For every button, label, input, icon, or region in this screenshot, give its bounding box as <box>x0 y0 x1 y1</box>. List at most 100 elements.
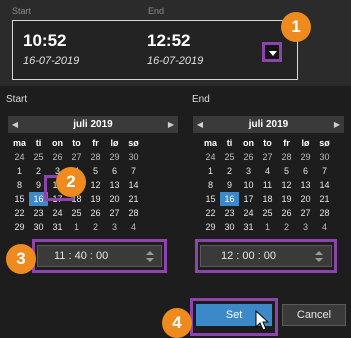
calendar-day[interactable]: 28 <box>86 150 105 164</box>
calendar-day[interactable]: 28 <box>315 206 334 220</box>
calendar-day[interactable]: 20 <box>105 192 124 206</box>
end-calendar-month: juli 2019 <box>248 119 289 130</box>
calendar-day[interactable]: 21 <box>315 192 334 206</box>
calendar-day[interactable]: 31 <box>239 220 258 234</box>
calendar-day[interactable]: 28 <box>124 206 143 220</box>
panel-start-label: Start <box>6 94 28 105</box>
calendar-day[interactable]: 29 <box>201 220 220 234</box>
spin-down-icon[interactable] <box>146 258 154 262</box>
calendar-day[interactable]: 16 <box>220 192 239 206</box>
calendar-day[interactable]: 5 <box>277 164 296 178</box>
spin-up-icon[interactable] <box>315 251 323 255</box>
calendar-day[interactable]: 4 <box>258 164 277 178</box>
calendar-day[interactable]: 6 <box>105 164 124 178</box>
calendar-day[interactable]: 4 <box>315 220 334 234</box>
next-month-icon[interactable]: ▶ <box>330 116 344 133</box>
calendar-day[interactable]: 25 <box>220 150 239 164</box>
calendar-day[interactable]: 26 <box>277 206 296 220</box>
calendar-day[interactable]: 29 <box>105 150 124 164</box>
weekday-label: to <box>72 138 81 148</box>
calendar-day[interactable]: 6 <box>296 164 315 178</box>
end-time: 12:52 <box>147 31 191 50</box>
calendar-day[interactable]: 30 <box>29 220 48 234</box>
spin-up-icon[interactable] <box>146 251 154 255</box>
next-month-icon[interactable]: ▶ <box>164 116 178 133</box>
prev-month-icon[interactable]: ◀ <box>8 116 22 133</box>
calendar-day[interactable]: 30 <box>315 150 334 164</box>
calendar-day[interactable]: 18 <box>258 192 277 206</box>
weekday-label: on <box>243 138 254 148</box>
calendar-day[interactable]: 1 <box>10 164 29 178</box>
calendar-day[interactable]: 1 <box>258 220 277 234</box>
calendar-day[interactable]: 3 <box>239 164 258 178</box>
calendar-day[interactable]: 25 <box>29 150 48 164</box>
calendar-day[interactable]: 29 <box>296 150 315 164</box>
calendar-day[interactable]: 10 <box>239 178 258 192</box>
calendar-day[interactable]: 20 <box>296 192 315 206</box>
calendar-day[interactable]: 19 <box>86 192 105 206</box>
calendar-day[interactable]: 27 <box>67 150 86 164</box>
calendar-day[interactable]: 27 <box>105 206 124 220</box>
calendar-day[interactable]: 24 <box>201 150 220 164</box>
calendar-day[interactable]: 13 <box>105 178 124 192</box>
calendar-day[interactable]: 5 <box>86 164 105 178</box>
calendar-day[interactable]: 7 <box>315 164 334 178</box>
calendar-day[interactable]: 2 <box>86 220 105 234</box>
end-time-spinner[interactable]: 12 : 00 : 00 <box>200 245 332 267</box>
calendar-day[interactable]: 17 <box>239 192 258 206</box>
calendar-day[interactable]: 7 <box>124 164 143 178</box>
calendar-day[interactable]: 14 <box>315 178 334 192</box>
start-calendar-month: juli 2019 <box>73 119 113 130</box>
date-range-field[interactable]: 10:52 16-07-2019 12:52 16-07-2019 <box>12 20 298 80</box>
calendar-day[interactable]: 26 <box>86 206 105 220</box>
start-date: 16-07-2019 <box>23 55 80 67</box>
step-badge-4: 4 <box>162 308 192 338</box>
cancel-button[interactable]: Cancel <box>282 304 346 326</box>
calendar-day[interactable]: 25 <box>258 206 277 220</box>
calendar-day[interactable]: 8 <box>201 178 220 192</box>
calendar-day[interactable]: 15 <box>201 192 220 206</box>
calendar-day[interactable]: 12 <box>86 178 105 192</box>
calendar-day[interactable]: 22 <box>201 206 220 220</box>
weekday-label: fr <box>92 138 99 148</box>
calendar-day[interactable]: 8 <box>10 178 29 192</box>
calendar-day[interactable]: 9 <box>220 178 239 192</box>
calendar-day[interactable]: 27 <box>258 150 277 164</box>
calendar-day[interactable]: 3 <box>296 220 315 234</box>
calendar-day[interactable]: 28 <box>277 150 296 164</box>
start-time-value: 11 : 40 : 00 <box>54 250 109 262</box>
calendar-day[interactable]: 31 <box>48 220 67 234</box>
dropdown-button[interactable] <box>262 42 282 62</box>
calendar-day[interactable]: 26 <box>48 150 67 164</box>
calendar-day[interactable]: 23 <box>220 206 239 220</box>
calendar-day[interactable]: 1 <box>67 220 86 234</box>
spin-down-icon[interactable] <box>315 258 323 262</box>
calendar-day[interactable]: 30 <box>124 150 143 164</box>
calendar-day[interactable]: 24 <box>48 206 67 220</box>
calendar-day[interactable]: 13 <box>296 178 315 192</box>
calendar-day[interactable]: 1 <box>201 164 220 178</box>
prev-month-icon[interactable]: ◀ <box>193 116 207 133</box>
calendar-day[interactable]: 3 <box>105 220 124 234</box>
calendar-day[interactable]: 24 <box>239 206 258 220</box>
calendar-day[interactable]: 4 <box>124 220 143 234</box>
calendar-day[interactable]: 12 <box>277 178 296 192</box>
calendar-day[interactable]: 22 <box>10 206 29 220</box>
calendar-day[interactable]: 24 <box>10 150 29 164</box>
calendar-day[interactable]: 30 <box>220 220 239 234</box>
weekday-label: on <box>52 138 63 148</box>
calendar-day[interactable]: 21 <box>124 192 143 206</box>
calendar-day[interactable]: 2 <box>220 164 239 178</box>
calendar-day[interactable]: 26 <box>239 150 258 164</box>
step-badge-3: 3 <box>6 244 36 274</box>
calendar-day[interactable]: 11 <box>258 178 277 192</box>
calendar-day[interactable]: 25 <box>67 206 86 220</box>
calendar-day[interactable]: 27 <box>296 206 315 220</box>
start-time-spinner[interactable]: 11 : 40 : 00 <box>37 245 162 267</box>
calendar-day[interactable]: 14 <box>124 178 143 192</box>
calendar-day[interactable]: 19 <box>277 192 296 206</box>
calendar-day[interactable]: 23 <box>29 206 48 220</box>
calendar-day[interactable]: 15 <box>10 192 29 206</box>
calendar-day[interactable]: 2 <box>277 220 296 234</box>
calendar-day[interactable]: 29 <box>10 220 29 234</box>
